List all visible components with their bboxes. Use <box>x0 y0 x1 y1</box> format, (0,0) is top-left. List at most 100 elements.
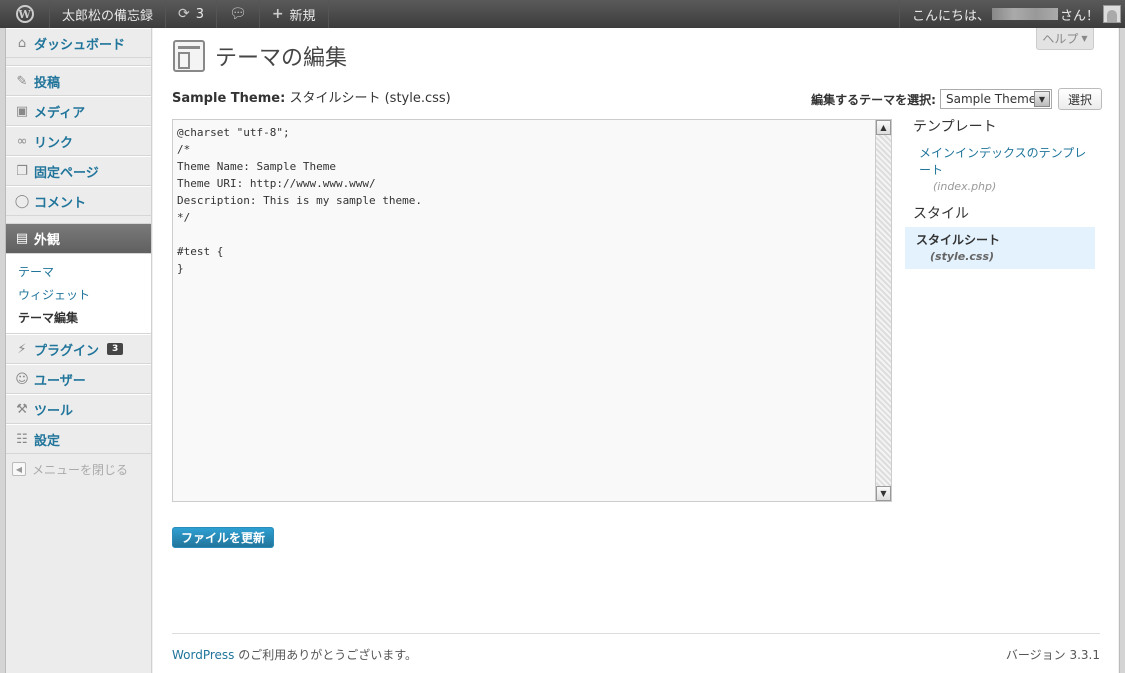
greeting-suffix: さん！ <box>1059 8 1099 24</box>
collapse-menu-button[interactable]: ◀ メニューを閉じる <box>6 454 151 484</box>
refresh-icon: ⟳ <box>178 6 190 22</box>
comment-bubble-icon: 💬︎ <box>229 6 247 22</box>
menu-settings-label: 設定 <box>34 433 61 449</box>
comments-link[interactable]: 💬︎ <box>217 0 260 28</box>
menu-links[interactable]: ∞ リンク <box>6 126 151 156</box>
blurred-username <box>991 8 1058 20</box>
footer-version: バージョン 3.3.1 <box>1005 648 1100 662</box>
submenu-themes[interactable]: テーマ <box>6 260 151 283</box>
site-name-link[interactable]: 太郎松の備忘録 <box>50 0 167 28</box>
settings-icon: ☷ <box>16 431 28 447</box>
stylesheet-file-title: スタイルシート <box>916 233 1001 247</box>
footer-divider <box>172 633 1100 634</box>
submenu-theme-editor[interactable]: テーマ編集 <box>6 306 151 329</box>
theme-select[interactable]: Sample Theme ▼ <box>939 89 1052 109</box>
theme-select-label: 編集するテーマを選択: <box>811 92 936 107</box>
my-account-menu[interactable]: こんにちは、 さん！ <box>898 0 1125 28</box>
dropdown-arrow-icon: ▼ <box>1033 91 1050 107</box>
menu-dashboard[interactable]: ⌂ ダッシュボード <box>6 28 151 58</box>
menu-media[interactable]: ▣ メディア <box>6 96 151 126</box>
theme-files-panel: テンプレート メインインデックスのテンプレート (index.php) スタイル… <box>905 116 1098 269</box>
help-tab[interactable]: ヘルプ ▼ <box>1036 28 1094 50</box>
menu-plugins[interactable]: ⚡︎ プラグイン 3 <box>6 334 151 364</box>
menu-dashboard-label: ダッシュボード <box>34 37 126 53</box>
templates-heading: テンプレート <box>913 119 997 135</box>
wordpress-logo-menu[interactable]: W <box>0 0 50 28</box>
pushpin-icon: ✎ <box>16 73 28 89</box>
menu-separator <box>6 58 151 66</box>
plus-icon: + <box>271 6 284 22</box>
styles-heading: スタイル <box>913 206 969 222</box>
admin-bar: W 太郎松の備忘録 ⟳ 3 💬︎ + 新規 こんにちは、 さん！ <box>0 0 1125 28</box>
scroll-down-arrow-icon[interactable]: ▼ <box>876 486 891 501</box>
page-header: テーマの編集 <box>173 40 347 72</box>
help-label: ヘルプ <box>1042 32 1079 46</box>
home-icon: ⌂ <box>17 35 27 51</box>
menu-appearance-label: 外観 <box>34 233 61 248</box>
footer-thanks-text: のご利用ありがとうございます。 <box>234 648 418 662</box>
plug-icon: ⚡︎ <box>17 341 27 357</box>
chain-link-icon: ∞ <box>16 133 28 149</box>
footer-thanks: WordPress のご利用ありがとうございます。 <box>172 646 417 663</box>
window-frame-right <box>1119 28 1125 673</box>
update-file-button[interactable]: ファイルを更新 <box>172 527 275 548</box>
media-icon: ▣ <box>15 103 29 119</box>
stylesheet-file-link[interactable]: スタイルシート (style.css) <box>905 227 1095 269</box>
menu-users-label: ユーザー <box>34 373 86 389</box>
updates-link[interactable]: ⟳ 3 <box>166 0 218 28</box>
menu-pages[interactable]: ❐ 固定ページ <box>6 156 151 186</box>
menu-plugins-label: プラグイン <box>34 343 100 359</box>
menu-pages-label: 固定ページ <box>34 165 99 181</box>
submenu-widgets[interactable]: ウィジェット <box>6 283 151 306</box>
menu-tools[interactable]: ⚒ ツール <box>6 394 151 424</box>
menu-posts[interactable]: ✎ 投稿 <box>6 66 151 96</box>
template-file-name: (index.php) <box>933 180 997 193</box>
admin-menu: ⌂ ダッシュボード ✎ 投稿 ▣ メディア ∞ リンク ❐ 固定ページ ◯ コメ… <box>6 28 152 673</box>
menu-posts-label: 投稿 <box>34 75 61 91</box>
wordpress-logo-icon: W <box>15 5 34 23</box>
collapse-arrow-icon: ◀ <box>12 462 26 476</box>
menu-settings[interactable]: ☷ 設定 <box>6 424 151 454</box>
menu-tools-label: ツール <box>34 403 74 419</box>
avatar[interactable] <box>1103 5 1121 23</box>
updates-count: 3 <box>195 6 205 22</box>
page-title: テーマの編集 <box>215 46 348 71</box>
code-editor[interactable]: @charset "utf-8"; /* Theme Name: Sample … <box>172 119 892 502</box>
file-name: (style.css) <box>384 91 451 106</box>
wordpress-link[interactable]: WordPress <box>172 648 234 662</box>
menu-appearance[interactable]: ▤ 外観 <box>6 224 151 254</box>
menu-separator <box>6 216 151 224</box>
file-label: スタイルシート <box>289 91 381 106</box>
greeting-prefix: こんにちは、 <box>911 8 990 24</box>
plugins-update-badge: 3 <box>107 343 124 355</box>
main-content: ヘルプ ▼ テーマの編集 Sample Theme: スタイルシート (styl… <box>153 28 1118 673</box>
template-file-link[interactable]: メインインデックスのテンプレート (index.php) <box>908 140 1098 199</box>
theme-select-value: Sample Theme <box>945 92 1037 106</box>
menu-media-label: メディア <box>34 105 86 121</box>
select-theme-button[interactable]: 選択 <box>1057 88 1102 110</box>
menu-comments[interactable]: ◯ コメント <box>6 186 151 216</box>
users-icon: ☺ <box>15 371 29 387</box>
appearance-submenu: テーマ ウィジェット テーマ編集 <box>6 254 151 334</box>
scroll-up-arrow-icon[interactable]: ▲ <box>876 120 891 135</box>
menu-comments-label: コメント <box>34 195 87 211</box>
theme-name: Sample Theme: <box>172 91 286 106</box>
pages-icon: ❐ <box>16 163 28 179</box>
comment-icon: ◯ <box>14 193 30 209</box>
menu-links-label: リンク <box>34 135 74 151</box>
theme-select-form: 編集するテーマを選択: Sample Theme ▼ 選択 <box>811 88 1102 110</box>
appearance-icon: ▤ <box>15 231 29 246</box>
code-textarea-content[interactable]: @charset "utf-8"; /* Theme Name: Sample … <box>177 124 422 277</box>
footer: WordPress のご利用ありがとうございます。 バージョン 3.3.1 <box>172 646 1100 663</box>
chevron-down-icon: ▼ <box>1081 34 1088 43</box>
editor-scrollbar[interactable]: ▲ ▼ <box>875 120 891 501</box>
new-content-link[interactable]: + 新規 <box>260 0 329 28</box>
new-content-label: 新規 <box>289 8 316 24</box>
tools-icon: ⚒ <box>16 401 28 417</box>
stylesheet-file-name: (style.css) <box>930 250 995 263</box>
template-file-title: メインインデックスのテンプレート <box>919 146 1087 177</box>
collapse-menu-label: メニューを閉じる <box>32 462 129 477</box>
menu-users[interactable]: ☺ ユーザー <box>6 364 151 394</box>
file-heading: Sample Theme: スタイルシート (style.css) <box>172 87 451 106</box>
theme-editor-icon <box>173 40 205 72</box>
